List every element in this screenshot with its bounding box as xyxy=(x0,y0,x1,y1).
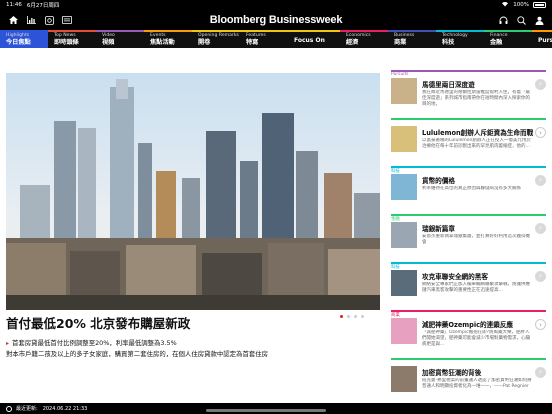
home-icon[interactable] xyxy=(4,10,22,30)
carousel-dot[interactable] xyxy=(347,315,350,318)
tab-1[interactable]: Top News 即時頭條 xyxy=(48,30,96,48)
tab-label: 金融 xyxy=(490,39,503,46)
chart-icon[interactable] xyxy=(22,10,40,30)
main-content: 首付最低20% 北京發布購屋新政 首套房貸最低首付比例調整至20%，利率最低調整… xyxy=(0,48,552,403)
hero-bullets: 首套房貸最低首付比例調整至20%，利率最低調整為3.5% 對本市戶籍二孩及以上的… xyxy=(6,338,376,359)
sidebar-article[interactable]: 金融 瑞銀新篇章 安恩杰重新執掌瑞銀集團，並打算好好利用這次難得機會 › xyxy=(391,214,546,259)
tab-label: 視頻 xyxy=(102,39,115,46)
carousel-dot[interactable] xyxy=(361,315,364,318)
brand-logo: Bloomberg Businessweek xyxy=(209,14,343,26)
arrow-right-icon[interactable]: › xyxy=(535,79,546,90)
sidebar-article[interactable]: 加密貨幣狂潮的背後 班克曼-弗里德案的前董議人透認了加密貨幣狂潮如何將普通人和明顯… xyxy=(391,358,546,403)
article-summary: 安恩杰重新執掌瑞銀集團，並打算好好利用這次難得機會 xyxy=(422,234,530,246)
top-toolbar: Bloomberg Businessweek xyxy=(0,10,552,30)
headphones-icon[interactable] xyxy=(494,10,512,30)
article-thumbnail xyxy=(391,126,417,152)
profile-icon[interactable] xyxy=(530,10,548,30)
article-title: Lululemon創辦人斥鉅資為生命而戰 xyxy=(422,129,534,137)
arrow-right-icon[interactable]: › xyxy=(535,175,546,186)
sidebar-article[interactable]: Lululemon創辦人斥鉅資為生命而戰 以富豪著稱的Lululemon創辦人正在… xyxy=(391,118,546,163)
tab-label: 今日焦點 xyxy=(6,39,31,46)
tab-label: 即時頭條 xyxy=(54,39,79,46)
tab-6[interactable]: Focus On xyxy=(288,30,340,48)
article-summary: 「減肥神藥」Ozempic擁抱在即?防風藥大樂，肥胖人們開始渴望，肥神藥可能會減… xyxy=(422,330,530,348)
category-bar xyxy=(391,358,546,360)
arrow-right-icon[interactable]: › xyxy=(535,223,546,234)
category-bar xyxy=(391,262,546,264)
article-category: Pursuits xyxy=(391,72,409,77)
arrow-right-icon[interactable]: › xyxy=(535,127,546,138)
article-thumbnail xyxy=(391,366,417,392)
article-thumbnail xyxy=(391,222,417,248)
article-thumbnail xyxy=(391,78,417,104)
hero-headline[interactable]: 首付最低20% 北京發布購屋新政 xyxy=(6,313,190,332)
article-summary: 我在鄰近馬德里的德爾拉斯雷推度假村入住，有着「最佳深度遊」系列城市指南帶你在短時… xyxy=(422,90,530,108)
tab-3[interactable]: Events 焦點活動 xyxy=(144,30,192,48)
article-title: 攻克車聯安全網的黑客 xyxy=(422,273,488,281)
status-time: 11:46 xyxy=(6,2,22,8)
arrow-right-icon[interactable]: › xyxy=(535,367,546,378)
article-summary: 以富豪著稱的Lululemon創辦人正在投入一億美元用於治療他在每十年前診斷出來… xyxy=(422,138,531,150)
category-bar xyxy=(391,70,546,72)
tab-9[interactable]: Technology 科技 xyxy=(436,30,484,48)
tab-label: 經濟 xyxy=(346,39,359,46)
tab-label: Purs xyxy=(538,37,552,44)
update-footer: 最近更新: 2024.06.22 21:33 xyxy=(0,403,552,414)
tab-2[interactable]: Video 視頻 xyxy=(96,30,144,48)
arrow-right-icon[interactable]: › xyxy=(535,319,546,330)
tab-0[interactable]: Highlights 今日焦點 xyxy=(0,30,48,48)
category-bar xyxy=(391,118,546,120)
article-thumbnail xyxy=(391,174,417,200)
article-title: 加密貨幣狂潮的背後 xyxy=(422,369,482,377)
article-summary: 班克曼-弗里德案的前董議人透認了加密貨幣狂潮如何將普通人和明顯投資者化為一堆一一… xyxy=(422,378,532,390)
arrow-right-icon[interactable]: › xyxy=(535,271,546,282)
carousel-dot[interactable] xyxy=(354,315,357,318)
hero-bullet: 對本市戶籍二孩及以上的多子女家庭，購買第二套住房的，在個人住房貸款中認定為首套住… xyxy=(6,350,269,358)
sidebar-article[interactable]: Pursuits 馬德里兩日深度遊 我在鄰近馬德里的德爾拉斯雷推度假村入住，有着「最… xyxy=(391,70,546,115)
carousel-indicator[interactable] xyxy=(340,315,364,318)
sidebar-article[interactable]: 商業 減肥神藥Ozempic的連鎖反應 「減肥神藥」Ozempic擁抱在即?防風藥大… xyxy=(391,310,546,355)
article-summary: 利率維持在高位的真正原因與聯儲局沒有多大關係 xyxy=(422,186,521,191)
status-bar: 11:46 6月27日周四 100% xyxy=(0,0,552,10)
tab-11[interactable]: Purs xyxy=(532,30,552,48)
status-date: 6月27日周四 xyxy=(26,3,60,9)
article-summary: 網絡安全專家們正加入攔車輛網聯聚攻擊戰，防護供應鏈汽車黑客攻擊的重要性正在迅速提… xyxy=(422,282,530,294)
home-indicator[interactable] xyxy=(206,409,326,412)
tab-label: Focus On xyxy=(294,37,325,44)
tab-label: 科技 xyxy=(442,39,455,46)
battery-percent: 100% xyxy=(513,2,529,8)
carousel-dot[interactable] xyxy=(340,315,343,318)
tab-label: 開卷 xyxy=(198,39,211,46)
tab-8[interactable]: Business 商業 xyxy=(388,30,436,48)
update-label: 最近更新: xyxy=(16,406,38,412)
tab-4[interactable]: Opening Remarks 開卷 xyxy=(192,30,240,48)
category-bar xyxy=(391,310,546,312)
article-title: 減肥神藥Ozempic的連鎖反應 xyxy=(422,321,514,329)
article-thumbnail xyxy=(391,270,417,296)
list-icon[interactable] xyxy=(58,10,76,30)
tab-label: 商業 xyxy=(394,39,407,46)
article-title: 馬德里兩日深度遊 xyxy=(422,81,475,89)
tab-7[interactable]: Economics 經濟 xyxy=(340,30,388,48)
search-icon[interactable] xyxy=(512,10,530,30)
article-title: 瑞銀新篇章 xyxy=(422,225,455,233)
hero-bullet: 首套房貸最低首付比例調整至20%，利率最低調整為3.5% xyxy=(6,338,376,349)
article-title: 貨幣的價格 xyxy=(422,177,455,185)
clock-icon xyxy=(6,405,12,412)
tab-label: 特寫 xyxy=(246,39,259,46)
tab-5[interactable]: Features 特寫 xyxy=(240,30,288,48)
sidebar-article[interactable]: 科技 攻克車聯安全網的黑客 網絡安全專家們正加入攔車輛網聯聚攻擊戰，防護供應鏈汽車黑… xyxy=(391,262,546,307)
quote-icon[interactable] xyxy=(40,10,58,30)
category-bar xyxy=(391,166,546,168)
hero-image[interactable] xyxy=(6,73,380,310)
tab-10[interactable]: Finance 金融 xyxy=(484,30,532,48)
sidebar-article[interactable]: 科技 貨幣的價格 利率維持在高位的真正原因與聯儲局沒有多大關係 › xyxy=(391,166,546,211)
update-time: 2024.06.22 21:33 xyxy=(42,405,88,412)
article-thumbnail xyxy=(391,318,417,344)
wifi-icon xyxy=(501,1,509,9)
category-bar xyxy=(391,214,546,216)
category-tabs: Highlights 今日焦點 Top News 即時頭條 Video 視頻 Events 焦… xyxy=(0,30,552,48)
battery-icon xyxy=(533,2,546,8)
tab-label: 焦點活動 xyxy=(150,39,175,46)
